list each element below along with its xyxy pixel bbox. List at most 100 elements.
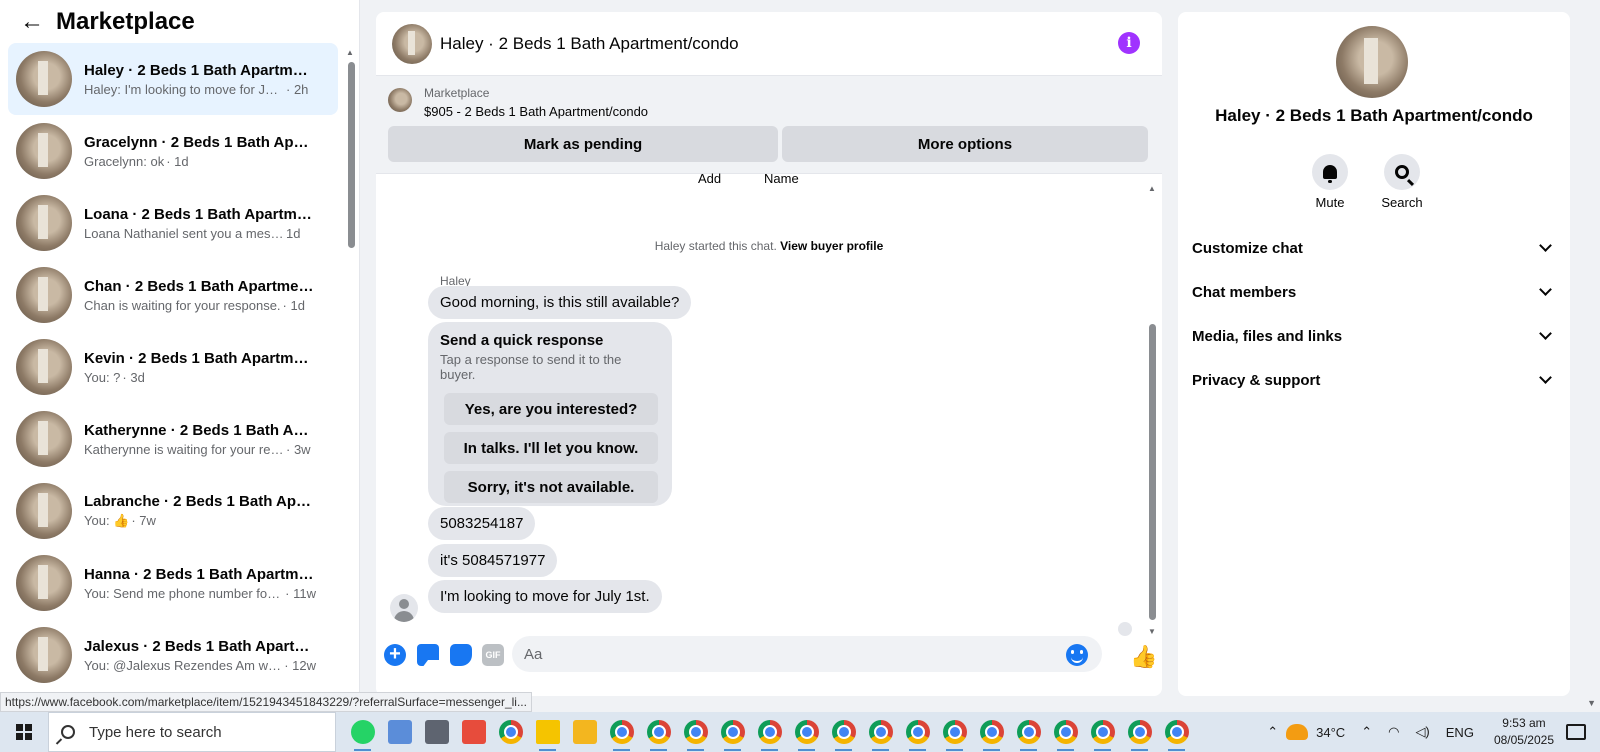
conversation-name: Kevin · 2 Beds 1 Bath Apartment/condo [84,349,316,367]
chat-members-section[interactable]: Chat members [1192,274,1556,310]
sidebar-scrollbar[interactable]: ▲ [346,48,356,708]
chat-title[interactable]: Haley · 2 Beds 1 Bath Apartment/condo [440,34,739,54]
emoji-icon[interactable] [1066,644,1088,666]
scroll-up-icon[interactable]: ▲ [1148,184,1156,193]
chrome-profile-taskbar-button[interactable] [825,712,862,752]
sticker-icon[interactable] [450,644,472,666]
taskbar-apps [344,712,1195,752]
mark-as-pending-button[interactable]: Mark as pending [388,126,778,162]
sidebar-title: Marketplace [56,8,195,35]
search-button[interactable]: Search [1372,154,1432,210]
buyer-avatar[interactable] [390,594,418,622]
chrome-icon [868,720,893,744]
chrome-profile-taskbar-button[interactable] [788,712,825,752]
system-tray: ⌃ 34°C ⌃ ◠ ◁) ENG 9:53 am 08/05/2025 [1259,712,1600,752]
clock[interactable]: 9:53 am 08/05/2025 [1494,715,1554,749]
start-button[interactable] [0,712,48,752]
chrome-profile-taskbar-button[interactable] [973,712,1010,752]
customize-chat-section[interactable]: Customize chat [1192,230,1556,266]
temperature[interactable]: 34°C [1316,725,1345,740]
chrome-profile-taskbar-button[interactable] [1084,712,1121,752]
conversation-item[interactable]: Gracelynn · 2 Beds 1 Bath Apartment/cond… [8,115,338,187]
scrollbar-thumb[interactable] [348,62,355,248]
conversation-item[interactable]: Hanna · 2 Beds 1 Bath Apartment/condo Yo… [8,547,338,619]
wifi-icon[interactable]: ◠ [1388,724,1399,740]
conversation-item[interactable]: Loana · 2 Beds 1 Bath Apartment/condo Lo… [8,187,338,259]
chrome-profile-taskbar-button[interactable] [677,712,714,752]
clock-time: 9:53 am [1502,716,1546,730]
gif-icon[interactable]: GIF [482,644,504,666]
chrome-profile-taskbar-button[interactable] [936,712,973,752]
quick-response-title: Send a quick response [440,332,604,349]
listing-thumbnail[interactable] [388,88,412,112]
message-bubble: it's 5084571977 [428,544,558,577]
conversation-item[interactable]: Jalexus · 2 Beds 1 Bath Apartment/condo … [8,619,338,691]
message-input[interactable]: Aa [512,636,1102,672]
taskbar-search[interactable]: Type here to search [48,712,336,752]
chrome-profile-taskbar-button[interactable] [1158,712,1195,752]
conversation-item[interactable]: Haley · 2 Beds 1 Bath Apartment/condo Ha… [8,43,338,115]
weather-icon[interactable] [1286,724,1309,740]
chrome-icon [979,720,1004,744]
mute-button[interactable]: Mute [1300,154,1360,210]
truncated-label: Add [698,171,722,186]
listing-price-title[interactable]: $905 - 2 Beds 1 Bath Apartment/condo [424,104,648,119]
chrome-taskbar-button[interactable] [492,712,529,752]
truncated-label: Name [764,171,799,186]
info-icon[interactable]: i [1118,32,1140,54]
plus-icon[interactable]: + [384,644,406,666]
quick-response-option[interactable]: Yes, are you interested? [444,393,658,425]
mute-label: Mute [1315,195,1345,210]
volume-icon[interactable]: ◁) [1415,724,1429,740]
listing-thumbnail [16,267,72,323]
show-hidden-icons-icon[interactable]: ⌃ [1361,724,1372,740]
chrome-profile-taskbar-button[interactable] [640,712,677,752]
chrome-profile-taskbar-button[interactable] [1121,712,1158,752]
thumbs-up-icon[interactable]: 👍 [1130,644,1157,670]
more-options-button[interactable]: More options [782,126,1148,162]
media-files-links-section[interactable]: Media, files and links [1192,318,1556,354]
conversation-item[interactable]: Kevin · 2 Beds 1 Bath Apartment/condo Yo… [8,331,338,403]
page-scroll-down-icon[interactable]: ▼ [1587,698,1596,708]
chrome-profile-taskbar-button[interactable] [603,712,640,752]
document-taskbar-button[interactable] [381,712,418,752]
chrome-icon [831,720,856,744]
chrome-profile-taskbar-button[interactable] [714,712,751,752]
sticky-notes-taskbar-button[interactable] [529,712,566,752]
conversation-item[interactable]: Labranche · 2 Beds 1 Bath Apartment/cond… [8,475,338,547]
conversation-item[interactable]: Chan · 2 Beds 1 Bath Apartment/condo Cha… [8,259,338,331]
chrome-profile-taskbar-button[interactable] [862,712,899,752]
taskbar-scroll-icon[interactable]: ⌃ [1267,724,1278,740]
chrome-profile-taskbar-button[interactable] [1010,712,1047,752]
listing-thumbnail [16,339,72,395]
language-indicator[interactable]: ENG [1446,725,1474,740]
search-label: Search [1381,195,1423,210]
scrollbar-thumb[interactable] [1149,324,1156,620]
chrome-profile-taskbar-button[interactable] [899,712,936,752]
listing-photo[interactable] [1336,26,1408,98]
file-explorer-taskbar-button[interactable] [566,712,603,752]
quick-response-option[interactable]: In talks. I'll let you know. [444,432,658,464]
chevron-down-icon [1539,371,1552,384]
back-arrow-icon[interactable]: ← [20,10,44,34]
privacy-support-section[interactable]: Privacy & support [1192,362,1556,398]
conversation-time: · 1d [166,153,189,169]
chat-scrollbar[interactable]: ▲ ▼ [1148,184,1158,636]
view-buyer-profile-link[interactable]: View buyer profile [780,239,883,253]
chrome-profile-taskbar-button[interactable] [751,712,788,752]
whatsapp-taskbar-button[interactable] [344,712,381,752]
chat-avatar[interactable] [392,23,432,64]
conversation-list: Haley · 2 Beds 1 Bath Apartment/condo Ha… [8,43,338,691]
snipping-tool-taskbar-button[interactable] [455,712,492,752]
quick-response-option[interactable]: Sorry, it's not available. [444,471,658,503]
chrome-icon [683,720,708,744]
photo-icon[interactable] [417,644,446,668]
calculator-taskbar-button[interactable] [418,712,455,752]
chat-panel: Haley · 2 Beds 1 Bath Apartment/condo i … [376,12,1162,696]
conversation-time: · 12w [284,657,316,673]
conversation-item[interactable]: Katherynne · 2 Beds 1 Bath Apartment/con… [8,403,338,475]
notification-center-icon[interactable] [1566,724,1586,740]
scroll-up-icon[interactable]: ▲ [346,48,354,57]
conversation-time: · 2h [286,81,309,97]
chrome-profile-taskbar-button[interactable] [1047,712,1084,752]
